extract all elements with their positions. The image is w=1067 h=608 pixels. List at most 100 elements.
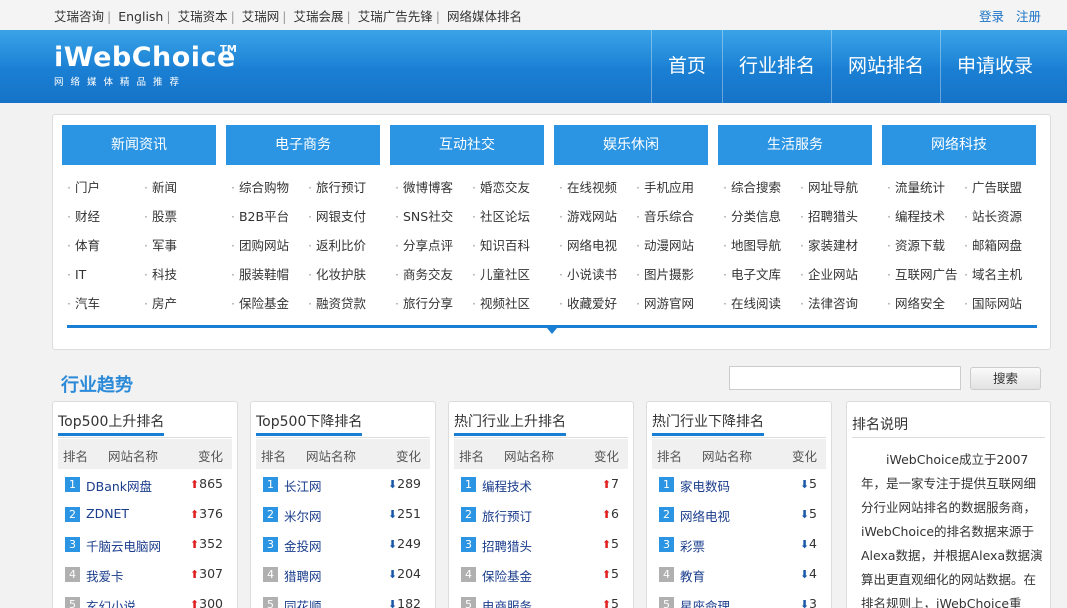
top-link-media-rank[interactable]: 网络媒体排名 [447, 9, 522, 24]
nav-apply[interactable]: 申请收录 [939, 30, 1049, 103]
category-link[interactable]: 资源下载 [882, 231, 959, 260]
category-link[interactable]: 网络安全 [882, 289, 959, 318]
category-link[interactable]: 体育 [62, 231, 139, 260]
category-link[interactable]: 广告联盟 [959, 173, 1036, 202]
rank-site-name[interactable]: 旅行预订 [482, 506, 532, 525]
category-link[interactable]: 知识百科 [467, 231, 544, 260]
rank-site-name[interactable]: 金投网 [284, 536, 322, 555]
rank-site-name[interactable]: 招聘猎头 [482, 536, 532, 555]
category-link[interactable]: 电子文库 [718, 260, 795, 289]
rank-site-name[interactable]: 星座命理 [680, 596, 730, 608]
category-header[interactable]: 网络科技 [882, 125, 1036, 165]
category-link[interactable]: 流量统计 [882, 173, 959, 202]
category-link[interactable]: B2B平台 [226, 202, 303, 231]
rank-site-name[interactable]: DBank网盘 [86, 476, 152, 495]
category-link[interactable]: SNS社交 [390, 202, 467, 231]
category-link[interactable]: 综合购物 [226, 173, 303, 202]
category-link[interactable]: 收藏爱好 [554, 289, 631, 318]
category-link[interactable]: 招聘猎头 [795, 202, 872, 231]
top-link-iresearch-net[interactable]: 艾瑞网 [242, 9, 280, 24]
category-link[interactable]: 保险基金 [226, 289, 303, 318]
category-link[interactable]: 汽车 [62, 289, 139, 318]
top-link-capital[interactable]: 艾瑞资本 [178, 9, 228, 24]
category-link[interactable]: 企业网站 [795, 260, 872, 289]
category-header[interactable]: 娱乐休闲 [554, 125, 708, 165]
category-link[interactable]: 游戏网站 [554, 202, 631, 231]
category-link[interactable]: 网游官网 [631, 289, 708, 318]
rank-site-name[interactable]: 长江网 [284, 476, 322, 495]
category-link[interactable]: 财经 [62, 202, 139, 231]
register-link[interactable]: 注册 [1016, 9, 1041, 24]
top-link-iresearch[interactable]: 艾瑞咨询 [54, 9, 104, 24]
rank-site-name[interactable]: 猎聘网 [284, 566, 322, 585]
category-link[interactable]: 站长资源 [959, 202, 1036, 231]
category-link[interactable]: 科技 [139, 260, 216, 289]
site-logo[interactable]: iWebChoice TM 网络媒体精品推荐 [54, 42, 237, 88]
category-link[interactable]: 图片摄影 [631, 260, 708, 289]
category-link[interactable]: 军事 [139, 231, 216, 260]
top-link-expo[interactable]: 艾瑞会展 [294, 9, 344, 24]
category-link[interactable]: 网址导航 [795, 173, 872, 202]
nav-site-rank[interactable]: 网站排名 [830, 30, 940, 103]
rank-site-name[interactable]: ZDNET [86, 506, 129, 521]
category-link[interactable]: 在线阅读 [718, 289, 795, 318]
nav-industry-rank[interactable]: 行业排名 [721, 30, 831, 103]
category-link[interactable]: 商务交友 [390, 260, 467, 289]
category-header[interactable]: 新闻资讯 [62, 125, 216, 165]
category-link[interactable]: 返利比价 [303, 231, 380, 260]
category-link[interactable]: 微博博客 [390, 173, 467, 202]
category-link[interactable]: 旅行预订 [303, 173, 380, 202]
category-link[interactable]: 化妆护肤 [303, 260, 380, 289]
category-header[interactable]: 互动社交 [390, 125, 544, 165]
rank-site-name[interactable]: 同花顺 [284, 596, 322, 608]
category-header[interactable]: 生活服务 [718, 125, 872, 165]
category-link[interactable]: 房产 [139, 289, 216, 318]
rank-site-name[interactable]: 保险基金 [482, 566, 532, 585]
nav-home[interactable]: 首页 [650, 30, 722, 103]
category-link[interactable]: 国际网站 [959, 289, 1036, 318]
rank-site-name[interactable]: 家电数码 [680, 476, 730, 495]
rank-site-name[interactable]: 我爱卡 [86, 566, 124, 585]
rank-site-name[interactable]: 米尔网 [284, 506, 322, 525]
category-link[interactable]: 团购网站 [226, 231, 303, 260]
rank-site-name[interactable]: 教育 [680, 566, 705, 585]
category-link[interactable]: 动漫网站 [631, 231, 708, 260]
search-button[interactable]: 搜索 [970, 367, 1041, 390]
rank-site-name[interactable]: 网络电视 [680, 506, 730, 525]
category-link[interactable]: 服装鞋帽 [226, 260, 303, 289]
category-link[interactable]: 域名主机 [959, 260, 1036, 289]
category-link[interactable]: 法律咨询 [795, 289, 872, 318]
category-link[interactable]: 旅行分享 [390, 289, 467, 318]
search-input[interactable] [729, 366, 961, 390]
top-link-english[interactable]: English [118, 9, 163, 24]
category-link[interactable]: IT [62, 260, 139, 289]
category-link[interactable]: 家装建材 [795, 231, 872, 260]
category-link[interactable]: 分享点评 [390, 231, 467, 260]
rank-site-name[interactable]: 彩票 [680, 536, 705, 555]
category-link[interactable]: 视频社区 [467, 289, 544, 318]
rank-site-name[interactable]: 电商服务 [482, 596, 532, 608]
category-link[interactable]: 新闻 [139, 173, 216, 202]
category-link[interactable]: 小说读书 [554, 260, 631, 289]
category-link[interactable]: 门户 [62, 173, 139, 202]
category-link[interactable]: 手机应用 [631, 173, 708, 202]
category-link[interactable]: 分类信息 [718, 202, 795, 231]
category-link[interactable]: 社区论坛 [467, 202, 544, 231]
login-link[interactable]: 登录 [979, 9, 1004, 24]
category-header[interactable]: 电子商务 [226, 125, 380, 165]
category-link[interactable]: 互联网广告 [882, 260, 959, 289]
rank-site-name[interactable]: 玄幻小说 [86, 596, 136, 608]
top-link-adpioneer[interactable]: 艾瑞广告先锋 [358, 9, 433, 24]
category-link[interactable]: 地图导航 [718, 231, 795, 260]
category-link[interactable]: 综合搜索 [718, 173, 795, 202]
category-link[interactable]: 编程技术 [882, 202, 959, 231]
category-link[interactable]: 融资贷款 [303, 289, 380, 318]
category-link[interactable]: 音乐综合 [631, 202, 708, 231]
rank-site-name[interactable]: 编程技术 [482, 476, 532, 495]
category-link[interactable]: 邮箱网盘 [959, 231, 1036, 260]
rank-site-name[interactable]: 千脑云电脑网 [86, 536, 161, 555]
category-link[interactable]: 在线视频 [554, 173, 631, 202]
category-link[interactable]: 婚恋交友 [467, 173, 544, 202]
category-link[interactable]: 网银支付 [303, 202, 380, 231]
category-link[interactable]: 网络电视 [554, 231, 631, 260]
